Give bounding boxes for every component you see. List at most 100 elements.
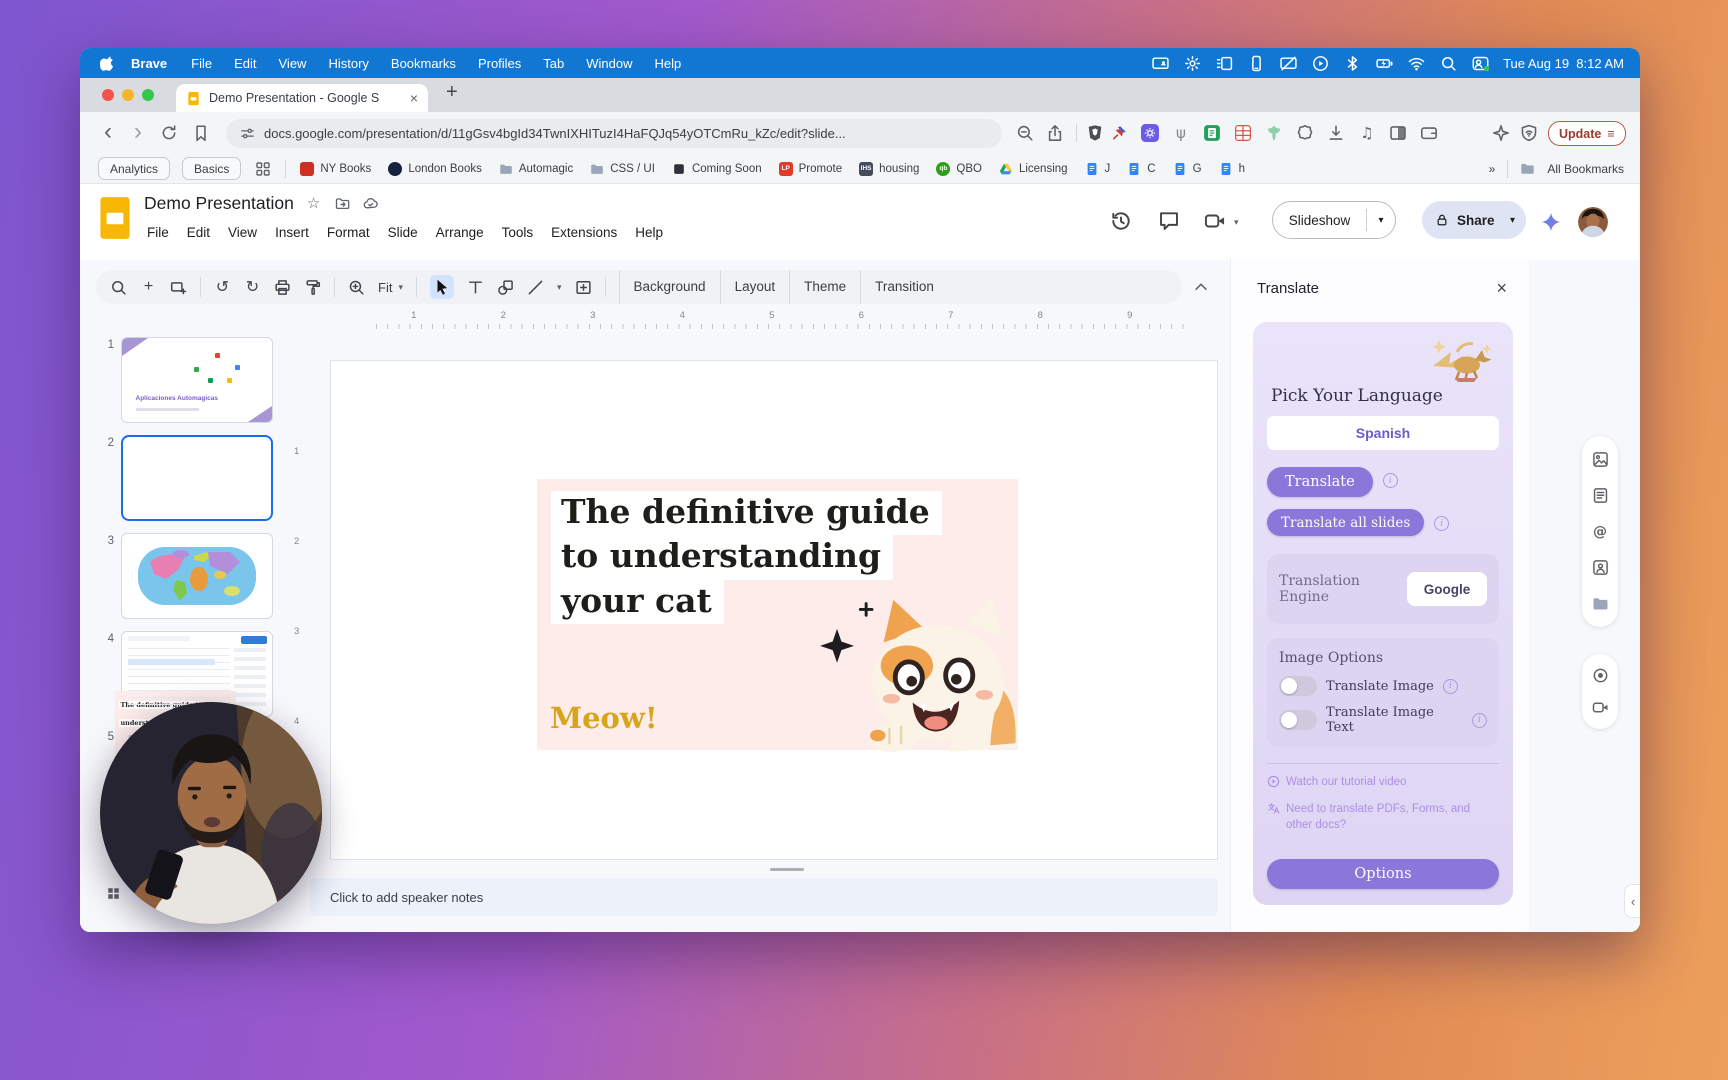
text-box-icon[interactable] xyxy=(467,279,484,296)
music-ext-icon[interactable]: ♫ xyxy=(1358,124,1376,142)
slide-thumbnail[interactable] xyxy=(121,533,273,619)
psi-ext-icon[interactable]: ψ xyxy=(1172,124,1190,142)
toolbar-action-button[interactable]: Background xyxy=(619,270,720,304)
slides-menu-item[interactable]: Slide xyxy=(379,222,427,243)
minimize-window-button[interactable] xyxy=(122,89,134,101)
meet-caret-icon[interactable]: ▾ xyxy=(1234,217,1239,228)
menu-bar-clock[interactable]: Tue Aug 19 8:12 AM xyxy=(1503,56,1624,71)
settings-icon[interactable] xyxy=(1184,55,1201,72)
slides-menu-item[interactable]: Insert xyxy=(266,222,318,243)
new-tab-button[interactable]: + xyxy=(446,81,458,104)
new-slide-layout-icon[interactable] xyxy=(170,279,187,296)
wifi-icon[interactable] xyxy=(1408,55,1425,72)
menu-item[interactable]: View xyxy=(279,56,307,71)
slides-menu-item[interactable]: Format xyxy=(318,222,379,243)
bookmark-item[interactable]: NY Books xyxy=(300,162,371,176)
address-bar[interactable]: docs.google.com/presentation/d/11gGsv4bg… xyxy=(226,119,1002,148)
insert-image-icon[interactable] xyxy=(575,279,592,296)
slideshow-button[interactable]: Slideshow ▾ xyxy=(1272,201,1396,239)
display-off-icon[interactable] xyxy=(1280,55,1297,72)
reload-icon[interactable] xyxy=(160,124,178,142)
wallet-ext-icon[interactable] xyxy=(1420,124,1438,142)
translate-docs-link[interactable]: Need to translate PDFs, Forms, and other… xyxy=(1267,801,1499,834)
slide-canvas[interactable]: The definitive guide to understanding yo… xyxy=(330,360,1218,860)
download-ext-icon[interactable] xyxy=(1327,124,1345,142)
leo-ai-icon[interactable] xyxy=(1492,124,1510,142)
collapse-side-panel-icon[interactable]: ‹ xyxy=(1624,884,1640,918)
bookmark-item[interactable]: LP Promote xyxy=(779,162,842,176)
bookmark-item[interactable]: C xyxy=(1127,162,1155,176)
grid-view-icon[interactable] xyxy=(106,886,121,901)
article-icon[interactable] xyxy=(1592,487,1609,504)
collapse-toolbar-icon[interactable] xyxy=(1192,278,1210,296)
play-circle-icon[interactable] xyxy=(1312,55,1329,72)
translate-all-info-icon[interactable]: i xyxy=(1434,516,1449,531)
search-icon[interactable] xyxy=(1440,55,1457,72)
phone-icon[interactable] xyxy=(1248,55,1265,72)
meet-icon[interactable] xyxy=(1204,210,1226,232)
language-select[interactable]: Spanish xyxy=(1267,416,1499,450)
line-tool-icon[interactable] xyxy=(527,279,544,296)
back-icon[interactable]: ‹ xyxy=(98,122,118,144)
tab-close-icon[interactable]: × xyxy=(410,90,418,106)
zoom-icon[interactable] xyxy=(348,279,365,296)
fit-zoom-select[interactable]: Fit ▾ xyxy=(378,280,403,295)
menus-search-icon[interactable] xyxy=(110,279,127,296)
pin-ext-icon[interactable] xyxy=(1110,124,1128,142)
site-settings-icon[interactable] xyxy=(240,126,255,141)
undo-icon[interactable]: ↺ xyxy=(214,279,231,296)
photo-person-icon[interactable] xyxy=(1592,559,1609,576)
gear-ext-icon[interactable] xyxy=(1141,124,1159,142)
bookmark-item[interactable]: G xyxy=(1173,162,1202,176)
paint-format-icon[interactable] xyxy=(304,279,321,296)
bookmark-item[interactable]: IHS housing xyxy=(859,162,919,176)
slides-menu-item[interactable]: File xyxy=(138,222,178,243)
all-bookmarks-label[interactable]: All Bookmarks xyxy=(1547,162,1624,176)
webcam-overlay[interactable] xyxy=(100,702,322,924)
book-ext-icon[interactable] xyxy=(1203,124,1221,142)
camera-icon[interactable] xyxy=(1592,699,1609,716)
bookmarks-overflow-icon[interactable]: » xyxy=(1489,162,1496,176)
vpn-shield-icon[interactable] xyxy=(1520,124,1538,142)
bookmark-folder-chip[interactable]: Analytics xyxy=(98,157,170,180)
update-button[interactable]: Update ≡ xyxy=(1548,121,1626,146)
slides-menu-item[interactable]: Tools xyxy=(493,222,543,243)
bookmark-item[interactable]: qb QBO xyxy=(936,162,982,176)
star-icon[interactable]: ☆ xyxy=(307,196,322,211)
bookmarks-sidebar-icon[interactable] xyxy=(192,124,210,142)
table-ext-icon[interactable] xyxy=(1234,124,1252,142)
close-panel-icon[interactable]: × xyxy=(1496,278,1507,299)
tab-groups-icon[interactable] xyxy=(255,161,271,177)
new-slide-plus-icon[interactable]: + xyxy=(140,279,157,296)
toolbar-action-button[interactable]: Theme xyxy=(789,270,860,304)
zoom-window-button[interactable] xyxy=(142,89,154,101)
bluetooth-icon[interactable] xyxy=(1344,55,1361,72)
zoom-out-icon[interactable] xyxy=(1016,124,1034,142)
engine-select-button[interactable]: Google xyxy=(1407,572,1487,606)
slides-menu-item[interactable]: Edit xyxy=(178,222,219,243)
apple-menu-icon[interactable] xyxy=(100,55,115,72)
options-button[interactable]: Options xyxy=(1267,859,1499,889)
folder-icon[interactable] xyxy=(1592,595,1609,612)
share-caret-icon[interactable]: ▾ xyxy=(1503,215,1523,226)
canvas-scroll-dash[interactable] xyxy=(770,868,804,871)
menu-item[interactable]: Help xyxy=(655,56,682,71)
document-title[interactable]: Demo Presentation xyxy=(144,193,294,214)
slide-caption[interactable]: Meow! xyxy=(550,701,658,735)
leaf-ext-icon[interactable] xyxy=(1265,124,1283,142)
share-button[interactable]: Share ▾ xyxy=(1422,201,1526,239)
version-history-icon[interactable] xyxy=(1110,210,1132,232)
forward-icon[interactable]: › xyxy=(128,122,148,144)
slides-menu-item[interactable]: Help xyxy=(626,222,672,243)
bookmark-item[interactable]: J xyxy=(1085,162,1111,176)
screen-share-icon[interactable] xyxy=(1152,55,1169,72)
chat-at-icon[interactable]: @ xyxy=(1592,523,1609,540)
browser-menu-icon[interactable]: ≡ xyxy=(1607,127,1614,141)
bookmark-item[interactable]: Coming Soon xyxy=(672,162,762,176)
slides-menu-item[interactable]: View xyxy=(219,222,266,243)
slide-thumbnail[interactable]: Aplicaciones Automagicas Aplicaciones Au… xyxy=(121,337,273,423)
speaker-notes[interactable]: Click to add speaker notes xyxy=(310,878,1218,916)
menu-item[interactable]: Tab xyxy=(543,56,564,71)
toggle-switch[interactable] xyxy=(1279,710,1317,730)
share-page-icon[interactable] xyxy=(1046,124,1064,142)
